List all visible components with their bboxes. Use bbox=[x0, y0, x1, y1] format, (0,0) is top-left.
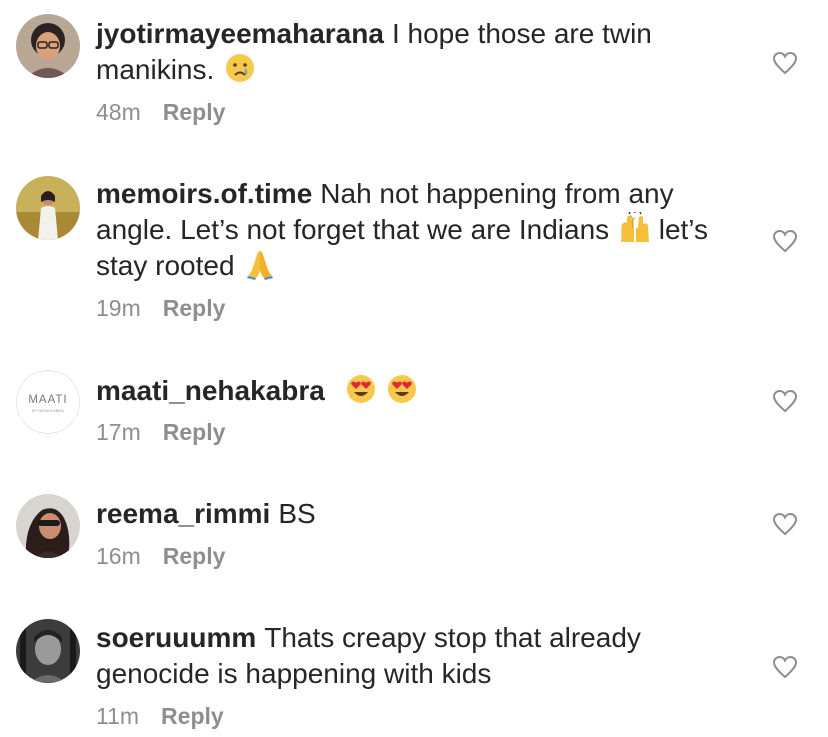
avatar[interactable] bbox=[16, 176, 80, 240]
reply-button[interactable]: Reply bbox=[161, 703, 224, 729]
comment-text: soeruuumm Thats creapy stop that already … bbox=[96, 620, 756, 692]
avatar[interactable] bbox=[16, 494, 80, 558]
timestamp: 11m bbox=[96, 703, 140, 729]
username[interactable]: soeruuumm bbox=[96, 622, 256, 653]
heart-icon[interactable] bbox=[772, 655, 798, 679]
avatar[interactable] bbox=[16, 14, 80, 78]
comment-meta: 11m Reply bbox=[96, 702, 224, 730]
avatar[interactable] bbox=[16, 619, 80, 683]
comment-meta: 19m Reply bbox=[96, 294, 225, 322]
comment-meta: 17m Reply bbox=[96, 418, 225, 446]
comment-text: jyotirmayeemaharana I hope those are twin… bbox=[96, 16, 756, 88]
reply-button[interactable]: Reply bbox=[163, 543, 226, 569]
avatar-logo-subtitle: BY NEHA KABRA bbox=[32, 408, 64, 413]
timestamp: 48m bbox=[96, 99, 141, 125]
timestamp: 19m bbox=[96, 295, 141, 321]
crying-face-emoji-icon bbox=[226, 54, 255, 82]
comment-text: reema_rimmi BS bbox=[96, 496, 756, 532]
username[interactable]: jyotirmayeemaharana bbox=[96, 18, 384, 49]
username[interactable]: memoirs.of.time bbox=[96, 178, 312, 209]
comment-text: maati_nehakabra bbox=[96, 373, 756, 409]
avatar[interactable]: MAATI BY NEHA KABRA bbox=[16, 370, 80, 434]
comment-text: memoirs.of.time Nah not happening from an… bbox=[96, 176, 756, 284]
comment-meta: 48m Reply bbox=[96, 98, 225, 126]
timestamp: 17m bbox=[96, 419, 141, 445]
heart-icon[interactable] bbox=[772, 51, 798, 75]
comment-body: BS bbox=[278, 498, 316, 529]
heart-eyes-emoji-icon bbox=[346, 375, 375, 403]
raising-hands-emoji-icon bbox=[620, 212, 649, 242]
username[interactable]: maati_nehakabra bbox=[96, 375, 325, 406]
heart-icon[interactable] bbox=[772, 229, 798, 253]
reply-button[interactable]: Reply bbox=[163, 99, 226, 125]
reply-button[interactable]: Reply bbox=[163, 295, 226, 321]
heart-eyes-emoji-icon bbox=[388, 375, 417, 403]
folded-hands-emoji-icon bbox=[247, 251, 274, 280]
timestamp: 16m bbox=[96, 543, 141, 569]
heart-icon[interactable] bbox=[772, 512, 798, 536]
heart-icon[interactable] bbox=[772, 389, 798, 413]
reply-button[interactable]: Reply bbox=[163, 419, 226, 445]
avatar-logo-title: MAATI bbox=[28, 394, 67, 406]
comment-meta: 16m Reply bbox=[96, 542, 225, 570]
username[interactable]: reema_rimmi bbox=[96, 498, 270, 529]
